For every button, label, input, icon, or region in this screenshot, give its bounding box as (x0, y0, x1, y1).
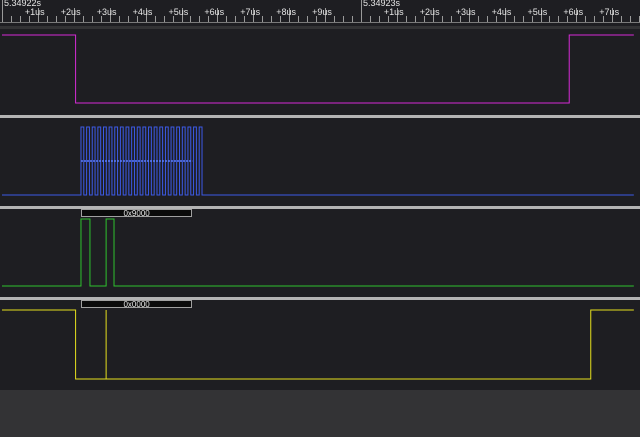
waveform-clock (2, 126, 634, 196)
ruler-minor-tick (163, 16, 165, 22)
ruler-tick-label: +6us (563, 7, 584, 17)
ruler-minor-tick (190, 16, 192, 22)
waveform-miso (2, 309, 634, 380)
ruler-minor-tick (235, 16, 237, 22)
ruler-minor-tick (459, 16, 461, 22)
ruler-minor-tick (136, 16, 138, 22)
ruler-minor-tick (513, 16, 515, 22)
time-ruler[interactable]: 5.34922s 5.34923s +1us +2us +3us +4us +5us +6us… (0, 0, 640, 26)
channel-1-lane[interactable] (0, 118, 640, 206)
ruler-minor-tick (208, 16, 210, 22)
ruler-minor-tick (531, 16, 533, 22)
ruler-minor-tick (91, 16, 93, 22)
ruler-tick-label: +2us (419, 7, 440, 17)
ruler-tick-label: +5us (527, 7, 548, 17)
signal-trace (2, 309, 634, 380)
ruler-tick-label: +8us (276, 7, 296, 17)
ruler-minor-tick (369, 16, 371, 22)
ruler-minor-tick (486, 16, 488, 22)
ruler-minor-tick (226, 16, 228, 22)
ruler-minor-tick (82, 16, 84, 22)
ruler-minor-tick (594, 16, 596, 22)
ruler-minor-tick (298, 16, 300, 22)
ruler-minor-tick (334, 16, 336, 22)
ruler-tick-label: +3us (96, 7, 117, 17)
ruler-minor-tick (10, 16, 12, 22)
ruler-minor-tick (567, 16, 569, 22)
channel-2-lane[interactable]: 0x9000 (0, 209, 640, 297)
empty-area (0, 390, 640, 437)
ruler-tick-label: +2us (60, 7, 81, 17)
signal-trace (2, 34, 634, 104)
ruler-minor-tick (522, 16, 524, 22)
ruler-minor-tick (423, 16, 425, 22)
ruler-tick-label: +1us (383, 7, 404, 17)
ruler-minor-tick (55, 16, 57, 22)
ruler-minor-tick (100, 16, 102, 22)
ruler-minor-tick (549, 16, 551, 22)
decoded-value-label[interactable]: 0x9000 (80, 209, 193, 218)
ruler-minor-tick (558, 16, 560, 22)
ruler-minor-tick (307, 16, 309, 22)
ruler-tick-label: +9us (312, 7, 332, 17)
ruler-origin-tick (2, 0, 3, 22)
ruler-minor-tick (352, 16, 354, 22)
ruler-origin-tick (361, 0, 362, 22)
ruler-minor-tick (621, 16, 623, 22)
ruler-minor-tick (378, 16, 380, 22)
ruler-minor-tick (585, 16, 587, 22)
ruler-minor-tick (199, 16, 201, 22)
ruler-tick-label: +1us (24, 7, 45, 17)
waveform-enable (2, 34, 634, 104)
ruler-tick-label: +7us (599, 7, 620, 17)
ruler-tick-label: +4us (132, 7, 153, 17)
ruler-minor-tick (154, 16, 156, 22)
ruler-minor-tick (405, 16, 407, 22)
ruler-minor-tick (630, 16, 632, 22)
ruler-tick-label: +3us (455, 7, 476, 17)
ruler-minor-tick (46, 16, 48, 22)
ruler-minor-tick (118, 16, 120, 22)
channel-0-lane[interactable] (0, 29, 640, 115)
ruler-tick-label: +5us (168, 7, 189, 17)
ruler-minor-tick (387, 16, 389, 22)
ruler-minor-tick (316, 16, 318, 22)
ruler-minor-tick (271, 16, 273, 22)
ruler-minor-tick (450, 16, 452, 22)
ruler-baseline (0, 22, 640, 23)
ruler-minor-tick (172, 16, 174, 22)
ruler-minor-tick (603, 16, 605, 22)
ruler-minor-tick (414, 16, 416, 22)
signal-trace (2, 218, 634, 287)
ruler-tick-label: +6us (204, 7, 225, 17)
channel-3-lane[interactable]: 0x0000 (0, 300, 640, 390)
ruler-minor-tick (28, 16, 30, 22)
ruler-minor-tick (19, 16, 21, 22)
ruler-minor-tick (262, 16, 264, 22)
decoded-value-label[interactable]: 0x0000 (80, 300, 193, 309)
ruler-minor-tick (244, 16, 246, 22)
ruler-minor-tick (64, 16, 66, 22)
ruler-minor-tick (477, 16, 479, 22)
ruler-minor-tick (441, 16, 443, 22)
ruler-tick-label: +7us (240, 7, 261, 17)
ruler-minor-tick (127, 16, 129, 22)
ruler-tick-label: +4us (491, 7, 512, 17)
ruler-minor-tick (280, 16, 282, 22)
ruler-minor-tick (343, 16, 345, 22)
waveform-mosi (2, 218, 634, 287)
ruler-minor-tick (495, 16, 497, 22)
